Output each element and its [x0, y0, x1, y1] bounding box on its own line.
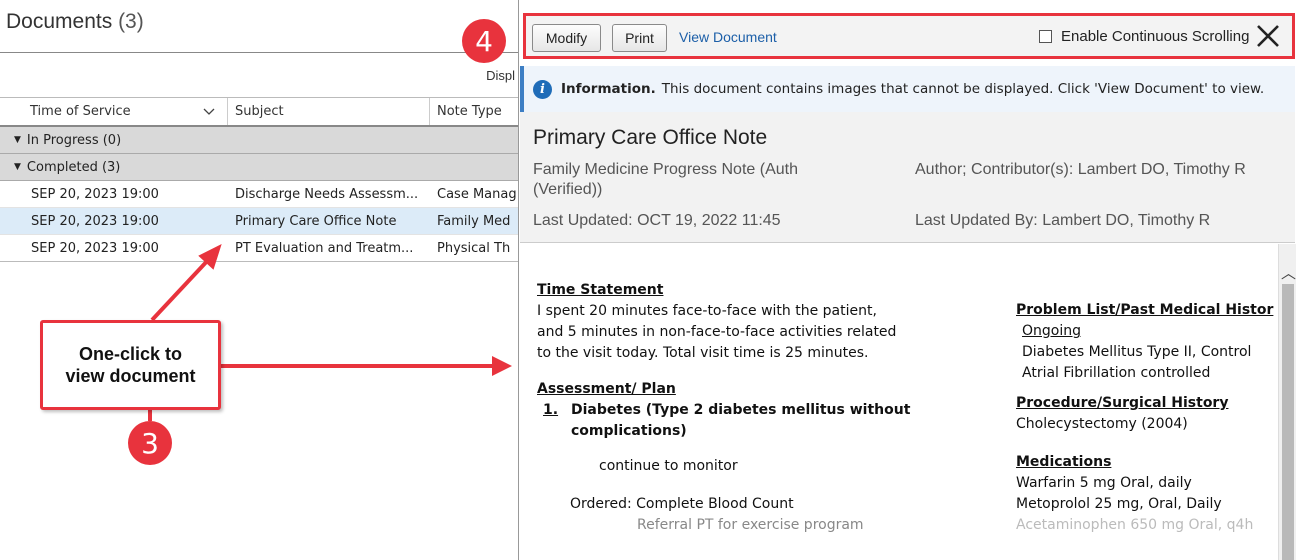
document-author: Author; Contributor(s): Lambert DO, Timo…: [915, 161, 1246, 178]
callout-box: One-click to view document: [40, 320, 221, 410]
table-row[interactable]: SEP 20, 2023 19:00 PT Evaluation and Tre…: [0, 235, 520, 262]
group-collapse-icon[interactable]: ▼: [14, 162, 21, 172]
medications-heading: Medications: [1016, 454, 1112, 470]
time-statement-line: I spent 20 minutes face-to-face with the…: [537, 303, 877, 319]
title-divider: [0, 52, 519, 53]
problem-list-heading: Problem List/Past Medical Histor: [1016, 302, 1274, 318]
referral-line: Referral PT for exercise program: [637, 517, 864, 533]
group-label: In Progress (0): [26, 132, 122, 148]
continuous-scrolling-checkbox[interactable]: [1039, 30, 1052, 43]
problem-item: Atrial Fibrillation controlled: [1022, 365, 1211, 381]
table-row[interactable]: SEP 20, 2023 19:00 Discharge Needs Asses…: [0, 181, 520, 208]
sort-chevron-icon[interactable]: [203, 108, 215, 116]
medication-item: Acetaminophen 650 mg Oral, q4h: [1016, 517, 1254, 533]
document-header: Primary Care Office Note Family Medicine…: [520, 112, 1295, 243]
info-label: Information.: [561, 81, 656, 97]
documents-panel: Documents (3) Displ Time of Service Subj…: [0, 0, 520, 560]
modify-button[interactable]: Modify: [532, 24, 601, 52]
group-completed[interactable]: ▼ Completed (3): [0, 154, 520, 181]
assessment-heading: Assessment/ Plan: [537, 381, 676, 397]
documents-title-label: Documents: [6, 10, 113, 33]
assessment-item-number: 1.: [543, 402, 559, 418]
view-document-link[interactable]: View Document: [679, 29, 777, 45]
viewer-toolbar: Modify Print View Document Enable Contin…: [523, 13, 1295, 59]
ongoing-label: Ongoing: [1022, 323, 1081, 339]
procedure-item: Cholecystectomy (2004): [1016, 416, 1188, 432]
assessment-note: continue to monitor: [599, 458, 738, 474]
cell-time: SEP 20, 2023 19:00: [31, 240, 159, 256]
step-badge-3: 3: [128, 421, 172, 465]
scrollbar-thumb[interactable]: [1282, 284, 1294, 560]
document-scrollbar[interactable]: ︿: [1278, 244, 1296, 560]
callout-line: One-click to: [78, 344, 183, 364]
documents-title: Documents (3): [6, 10, 144, 34]
time-statement-heading: Time Statement: [537, 282, 664, 298]
cell-subject: Discharge Needs Assessm...: [235, 186, 419, 202]
info-icon: i: [533, 79, 552, 99]
document-title: Primary Care Office Note: [533, 126, 768, 149]
cell-note-type: Family Med: [437, 213, 511, 229]
scroll-up-icon[interactable]: ︿: [1281, 262, 1296, 283]
cell-note-type: Case Manag: [437, 186, 517, 202]
column-header-time[interactable]: Time of Service: [0, 98, 228, 125]
time-statement-line: to the visit today. Total visit time is …: [537, 345, 869, 361]
time-statement-line: and 5 minutes in non-face-to-face activi…: [537, 324, 897, 340]
continuous-scrolling-toggle[interactable]: Enable Continuous Scrolling: [1039, 28, 1249, 45]
document-subtitle: Family Medicine Progress Note (Auth (Ver…: [533, 161, 798, 198]
last-updated-by: Last Updated By: Lambert DO, Timothy R: [915, 212, 1211, 229]
problem-item: Diabetes Mellitus Type II, Control: [1022, 344, 1252, 360]
step-badge-4: 4: [462, 19, 506, 63]
close-icon[interactable]: [1250, 18, 1286, 54]
callout-line: view document: [65, 366, 196, 386]
group-collapse-icon[interactable]: ▼: [14, 135, 21, 145]
assessment-item-title-line: complications): [571, 423, 687, 439]
document-body: Time Statement I spent 20 minutes face-t…: [520, 244, 1278, 560]
column-header-note-type[interactable]: Note Type: [430, 98, 520, 125]
assessment-item-title: Diabetes (Type 2 diabetes mellitus witho…: [571, 400, 910, 442]
column-header-time-label: Time of Service: [30, 104, 131, 119]
print-button[interactable]: Print: [612, 24, 667, 52]
last-updated: Last Updated: OCT 19, 2022 11:45: [533, 212, 781, 229]
info-text: This document contains images that canno…: [661, 81, 1265, 97]
column-header-subject[interactable]: Subject: [228, 98, 430, 125]
table-header: Time of Service Subject Note Type: [0, 97, 520, 127]
group-label: Completed (3): [26, 159, 121, 175]
cell-time: SEP 20, 2023 19:00: [31, 213, 159, 229]
assessment-item: 1. Diabetes (Type 2 diabetes mellitus wi…: [543, 400, 957, 442]
info-banner: i Information. This document contains im…: [520, 66, 1295, 112]
cell-time: SEP 20, 2023 19:00: [31, 186, 159, 202]
procedure-heading: Procedure/Surgical History: [1016, 395, 1229, 411]
group-in-progress[interactable]: ▼ In Progress (0): [0, 127, 520, 154]
assessment-item-title-line: Diabetes (Type 2 diabetes mellitus witho…: [571, 402, 911, 418]
document-right-column: Problem List/Past Medical Histor Ongoing…: [1016, 300, 1278, 536]
medication-item: Metoprolol 25 mg, Oral, Daily: [1016, 496, 1222, 512]
cell-note-type: Physical Th: [437, 240, 511, 256]
document-viewer: Modify Print View Document Enable Contin…: [518, 0, 1297, 560]
ordered-line: Ordered: Complete Blood Count: [570, 496, 794, 512]
display-label[interactable]: Displ: [486, 68, 515, 83]
cell-subject: Primary Care Office Note: [235, 213, 397, 229]
table-row-selected[interactable]: SEP 20, 2023 19:00 Primary Care Office N…: [0, 208, 520, 235]
continuous-scrolling-label: Enable Continuous Scrolling: [1061, 28, 1250, 45]
document-left-column: Time Statement I spent 20 minutes face-t…: [537, 280, 957, 536]
medication-item: Warfarin 5 mg Oral, daily: [1016, 475, 1192, 491]
documents-table: Time of Service Subject Note Type ▼ In P…: [0, 97, 520, 262]
documents-count: (3): [118, 10, 144, 33]
cell-subject: PT Evaluation and Treatm...: [235, 240, 414, 256]
